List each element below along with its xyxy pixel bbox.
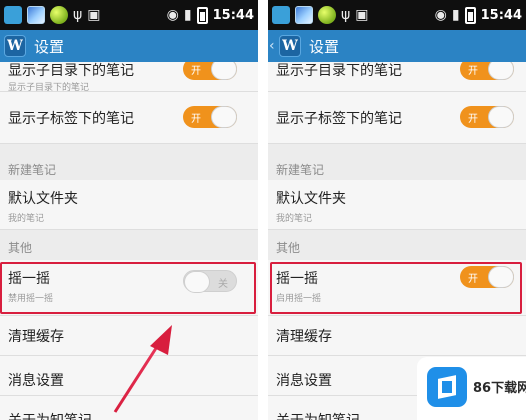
battery-icon: [464, 6, 476, 24]
watermark-logo: 86下载网: [417, 357, 526, 420]
back-chevron-icon[interactable]: ‹: [269, 38, 279, 54]
highlight-box: [270, 262, 522, 314]
toggle-label: 开: [468, 114, 478, 125]
gallery-icon: [295, 6, 313, 24]
subfolder-notes-toggle[interactable]: 开: [460, 62, 514, 80]
section-other: 其他: [276, 241, 301, 255]
twitter-icon: [272, 6, 290, 24]
list-item-subtitle: 我的笔记: [276, 214, 313, 224]
list-item-subtag-notes[interactable]: 显示子标签下的笔记 开: [268, 92, 526, 144]
list-item-title: 默认文件夹: [276, 191, 346, 207]
action-bar: ‹ W 设置: [268, 30, 526, 62]
list-item-title: 清理缓存: [276, 329, 332, 345]
list-item-default-folder[interactable]: 默认文件夹 我的笔记: [268, 180, 526, 230]
section-new-note: 新建笔记: [276, 163, 325, 177]
status-bar: ψ ▣ ◉ ▮ 15:44: [268, 0, 526, 30]
list-item-title: 关于为知笔记: [276, 410, 360, 420]
toggle-label: 开: [468, 66, 478, 77]
app-logo-icon[interactable]: W: [279, 35, 301, 57]
divider: [258, 0, 268, 420]
right-screenshot: ψ ▣ ◉ ▮ 15:44 ‹ W 设置 显示子目录下的笔记 开 显示子标签下的…: [268, 0, 526, 420]
android-icon: ▣: [355, 7, 369, 23]
subtag-notes-toggle[interactable]: 开: [460, 106, 514, 128]
list-item-clear-cache[interactable]: 清理缓存: [268, 316, 526, 356]
watermark-text: 86下载网: [473, 381, 526, 396]
watermark-cube-icon: [427, 367, 467, 407]
wifi-icon: ◉: [434, 7, 447, 23]
list-item-title: 显示子标签下的笔记: [276, 111, 402, 127]
page-title: 设置: [309, 37, 340, 56]
left-screenshot: ψ ▣ ◉ ▮ 15:44 W 设置 显示子目录下的笔记 显示子目录下的笔记 开…: [0, 0, 258, 420]
ball-app-icon: [318, 6, 336, 24]
toggle-knob: [488, 106, 514, 128]
status-time: 15:44: [480, 7, 522, 23]
list-item-subfolder-notes[interactable]: 显示子目录下的笔记 开: [268, 62, 526, 92]
usb-icon: ψ: [341, 7, 351, 23]
list-item-title: 显示子目录下的笔记: [276, 63, 402, 79]
pointer-arrow-icon: [113, 325, 172, 413]
signal-icon: ▮: [451, 7, 460, 23]
toggle-knob: [488, 62, 514, 80]
list-item-title: 消息设置: [276, 373, 332, 389]
